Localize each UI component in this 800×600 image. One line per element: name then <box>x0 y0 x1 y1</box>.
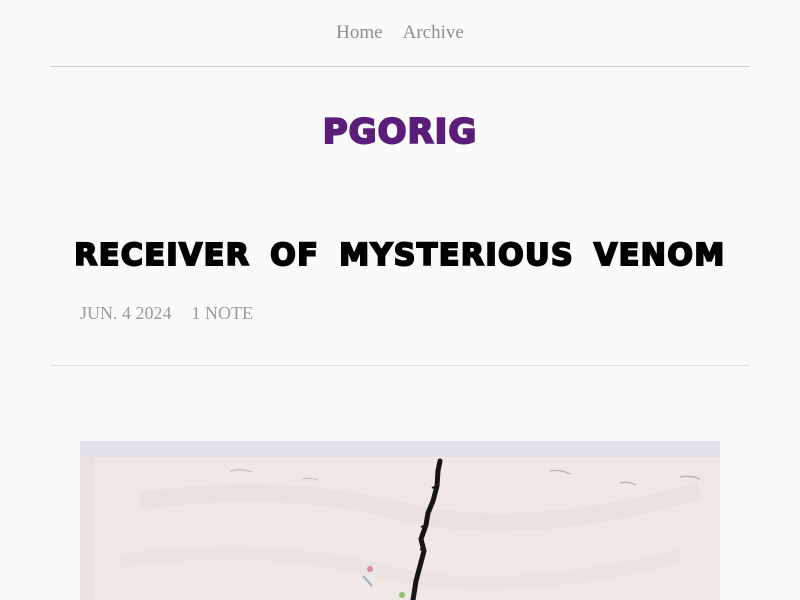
page: Home Archive PGORIG RECEIVER OF MYSTERIO… <box>0 0 800 600</box>
post-artwork-image[interactable] <box>80 441 720 600</box>
post-title: RECEIVER OF MYSTERIOUS VENOM <box>73 237 726 274</box>
nav-home-link[interactable]: Home <box>336 22 382 44</box>
divider <box>50 365 750 366</box>
post-meta: JUN. 4 2024 1 NOTE <box>80 303 253 324</box>
blog-title[interactable]: PGORIG <box>0 111 800 153</box>
post-date[interactable]: JUN. 4 2024 <box>80 303 172 324</box>
nav-archive-link[interactable]: Archive <box>403 22 464 44</box>
artwork-image-icon <box>80 441 720 600</box>
post-notes-count[interactable]: 1 NOTE <box>192 303 254 324</box>
top-navigation: Home Archive <box>50 0 750 67</box>
